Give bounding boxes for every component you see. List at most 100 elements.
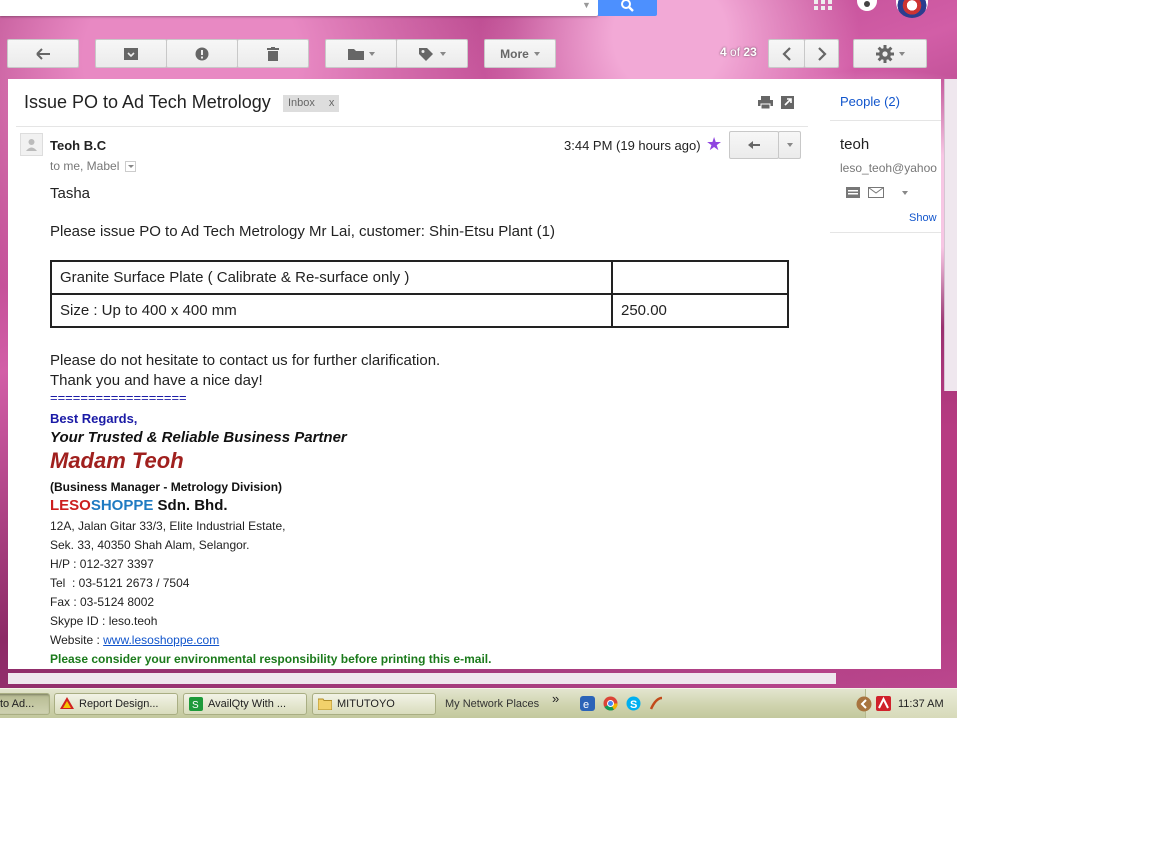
print-icon[interactable]	[758, 96, 773, 109]
more-actions-button[interactable]	[778, 131, 801, 159]
ie-icon[interactable]: e	[580, 696, 595, 711]
more-button-label: More	[500, 46, 529, 61]
table-row: Size : Up to 400 x 400 mm 250.00	[50, 293, 789, 328]
people-show-link[interactable]: Show	[909, 212, 937, 224]
signature-name: Madam Teoh	[50, 448, 184, 473]
search-dropdown-icon[interactable]: ▼	[582, 0, 591, 10]
skype-icon[interactable]: S	[626, 696, 641, 711]
chevron-left-icon	[781, 46, 791, 61]
app-launcher-icon[interactable]	[649, 696, 664, 711]
move-to-button[interactable]	[325, 39, 397, 68]
message-panel: Issue PO to Ad Tech Metrology Inbox x Te…	[8, 79, 941, 669]
website-label: Website :	[50, 633, 104, 647]
show-details-icon[interactable]	[125, 160, 137, 172]
spreadsheet-app-icon: S	[189, 697, 203, 711]
network-places-label: My Network Places	[445, 698, 540, 710]
table-cell	[611, 260, 789, 295]
signature-tagline: Your Trusted & Reliable Business Partner	[50, 429, 347, 446]
greeting: Tasha	[50, 185, 91, 202]
signature-company: LESOSHOPPE Sdn. Bhd.	[50, 497, 228, 514]
pager-total: 23	[743, 45, 757, 59]
search-button[interactable]	[598, 0, 657, 16]
antivirus-icon[interactable]	[876, 696, 891, 711]
open-new-window-icon[interactable]	[781, 96, 794, 109]
signature-divider: ==================	[50, 390, 187, 405]
report-app-icon	[60, 697, 74, 709]
account-avatar[interactable]	[896, 0, 928, 18]
gear-icon	[875, 44, 894, 63]
people-title[interactable]: People (2)	[840, 94, 900, 109]
pager-of: of	[730, 45, 741, 59]
remove-label-button[interactable]: x	[329, 95, 335, 112]
po-table: Granite Surface Plate ( Calibrate & Re-s…	[50, 260, 789, 328]
reply-button[interactable]	[729, 131, 779, 159]
svg-text:S: S	[630, 699, 637, 711]
people-more-icon[interactable]	[902, 190, 908, 195]
sender-name[interactable]: Teoh B.C	[50, 138, 106, 153]
person-silhouette-icon	[26, 139, 37, 151]
archive-icon	[124, 47, 138, 60]
folder-icon	[347, 48, 364, 60]
closing-line-1: Please do not hesitate to contact us for…	[50, 352, 441, 369]
pager-current: 4	[720, 45, 727, 59]
labels-button[interactable]	[396, 39, 468, 68]
message-intro: Please issue PO to Ad Tech Metrology Mr …	[50, 223, 555, 240]
older-button[interactable]	[804, 39, 839, 68]
signature-address-2: Sek. 33, 40350 Shah Alam, Selangor.	[50, 538, 250, 552]
table-cell: Size : Up to 400 x 400 mm	[50, 293, 613, 328]
people-contact-email: leso_teoh@yahoo	[840, 161, 937, 175]
people-actions	[846, 187, 908, 198]
signature-fax: Fax : 03-5124 8002	[50, 595, 155, 609]
toolbar-overflow-icon[interactable]: »	[552, 691, 559, 706]
message-subject: Issue PO to Ad Tech Metrology	[24, 92, 271, 112]
tray-collapse-icon[interactable]	[856, 696, 872, 712]
taskbar-item-report-design[interactable]: Report Design...	[54, 693, 178, 715]
search-icon	[621, 0, 634, 12]
taskbar-item-browser[interactable]: to Ad...	[0, 693, 50, 715]
notifications-icon[interactable]	[857, 0, 877, 11]
more-button[interactable]: More	[484, 39, 556, 68]
system-clock: 11:37 AM	[898, 698, 944, 710]
company-suffix: Sdn. Bhd.	[153, 497, 228, 514]
horizontal-scrollbar[interactable]	[8, 673, 836, 684]
vertical-scrollbar[interactable]	[944, 79, 957, 391]
people-header-divider	[830, 120, 941, 121]
signature-title: (Business Manager - Metrology Division)	[50, 480, 283, 494]
signature-address-1: 12A, Jalan Gitar 33/3, Elite Industrial …	[50, 519, 286, 533]
mail-icon[interactable]	[868, 187, 884, 198]
chevron-right-icon	[817, 46, 827, 61]
delete-button[interactable]	[237, 39, 309, 68]
system-tray: 11:37 AM	[856, 689, 957, 718]
svg-text:e: e	[583, 699, 589, 711]
back-button[interactable]	[7, 39, 79, 68]
star-icon[interactable]: ★	[706, 134, 722, 155]
label-text: Inbox	[288, 97, 315, 109]
search-input[interactable]	[0, 0, 598, 16]
archive-button[interactable]	[95, 39, 167, 68]
newer-button[interactable]	[768, 39, 805, 68]
settings-button[interactable]	[853, 39, 927, 68]
signature-eco-note: Please consider your environmental respo…	[50, 652, 492, 666]
chrome-icon[interactable]	[603, 696, 618, 711]
trash-icon	[267, 46, 279, 61]
svg-text:S: S	[192, 700, 199, 711]
inbox-label-chip: Inbox x	[283, 95, 340, 112]
people-contact-name[interactable]: teoh	[840, 136, 869, 153]
company-shoppe: SHOPPE	[90, 497, 154, 514]
signature-skype: Skype ID : leso.teoh	[50, 614, 158, 628]
taskbar-item-availqty[interactable]: S AvailQty With ...	[183, 693, 307, 715]
website-link[interactable]: www.lesoshoppe.com	[103, 633, 219, 647]
report-spam-button[interactable]	[166, 39, 238, 68]
contact-card-icon[interactable]	[846, 187, 860, 198]
apps-grid-icon[interactable]	[814, 0, 832, 10]
task-label: to Ad...	[0, 698, 35, 710]
pagination-text: 4 of 23	[720, 45, 757, 59]
signature-tel: Tel : 03-5121 2673 / 7504	[50, 576, 190, 590]
company-leso: LESO	[50, 497, 91, 514]
reply-arrow-icon	[748, 141, 760, 149]
quicklaunch-network[interactable]: My Network Places	[445, 698, 539, 710]
windows-taskbar: to Ad... Report Design... S AvailQty Wit…	[0, 688, 957, 718]
taskbar-item-mitutoyo[interactable]: MITUTOYO	[312, 693, 436, 715]
table-row: Granite Surface Plate ( Calibrate & Re-s…	[50, 260, 789, 295]
signature-regards: Best Regards,	[50, 411, 138, 426]
